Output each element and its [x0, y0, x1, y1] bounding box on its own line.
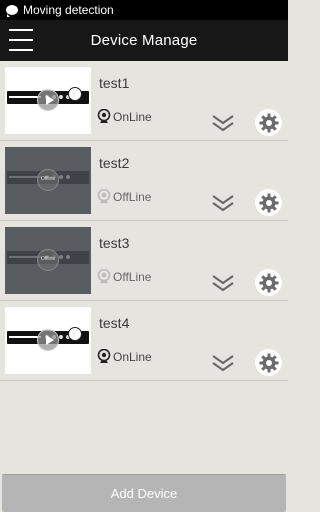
device-status: OnLine — [97, 109, 152, 125]
app-bar: Device Manage — [0, 20, 288, 61]
status-label: OffLine — [113, 190, 152, 204]
chat-bubble-icon — [6, 5, 18, 17]
status-bar: Moving detection — [0, 0, 288, 20]
play-icon — [37, 329, 59, 351]
status-label: OnLine — [113, 110, 152, 124]
device-row[interactable]: test4 OnLine — [0, 301, 288, 381]
device-status: OnLine — [97, 349, 152, 365]
device-name: test4 — [99, 315, 130, 331]
device-row[interactable]: Offline test3 OffLine — [0, 221, 288, 301]
device-name: test1 — [99, 75, 130, 91]
device-list: test1 OnLine Offline test2 OffLine Offli… — [0, 61, 288, 381]
device-row[interactable]: Offline test2 OffLine — [0, 141, 288, 221]
double-chevron-down-icon[interactable] — [211, 274, 235, 292]
settings-button[interactable] — [255, 269, 282, 296]
device-thumbnail[interactable]: Offline — [5, 147, 91, 214]
settings-button[interactable] — [255, 109, 282, 136]
double-chevron-down-icon[interactable] — [211, 354, 235, 372]
add-device-button[interactable]: Add Device — [2, 474, 286, 512]
gear-icon — [259, 113, 278, 132]
page-title: Device Manage — [90, 32, 198, 49]
device-thumbnail[interactable] — [5, 67, 91, 134]
webcam-icon — [97, 189, 111, 203]
device-status: OffLine — [97, 269, 151, 285]
device-name: test3 — [99, 235, 130, 251]
device-thumbnail[interactable] — [5, 307, 91, 374]
play-icon — [37, 89, 59, 111]
webcam-icon — [97, 269, 111, 283]
device-status: OffLine — [97, 189, 151, 205]
settings-button[interactable] — [255, 189, 282, 216]
gear-icon — [259, 193, 278, 212]
offline-tag: Offline — [40, 176, 56, 182]
double-chevron-down-icon[interactable] — [211, 194, 235, 212]
device-row[interactable]: test1 OnLine — [0, 61, 288, 141]
offline-tag: Offline — [40, 256, 56, 262]
gear-icon — [259, 353, 278, 372]
device-thumbnail[interactable]: Offline — [5, 227, 91, 294]
menu-icon[interactable] — [9, 29, 33, 51]
settings-button[interactable] — [255, 349, 282, 376]
status-label: OnLine — [113, 350, 152, 364]
status-label: OffLine — [113, 270, 152, 284]
webcam-icon — [97, 349, 111, 363]
gear-icon — [259, 273, 278, 292]
double-chevron-down-icon[interactable] — [211, 114, 235, 132]
device-name: test2 — [99, 155, 130, 171]
notification-text: Moving detection — [23, 3, 114, 17]
webcam-icon — [97, 109, 111, 123]
